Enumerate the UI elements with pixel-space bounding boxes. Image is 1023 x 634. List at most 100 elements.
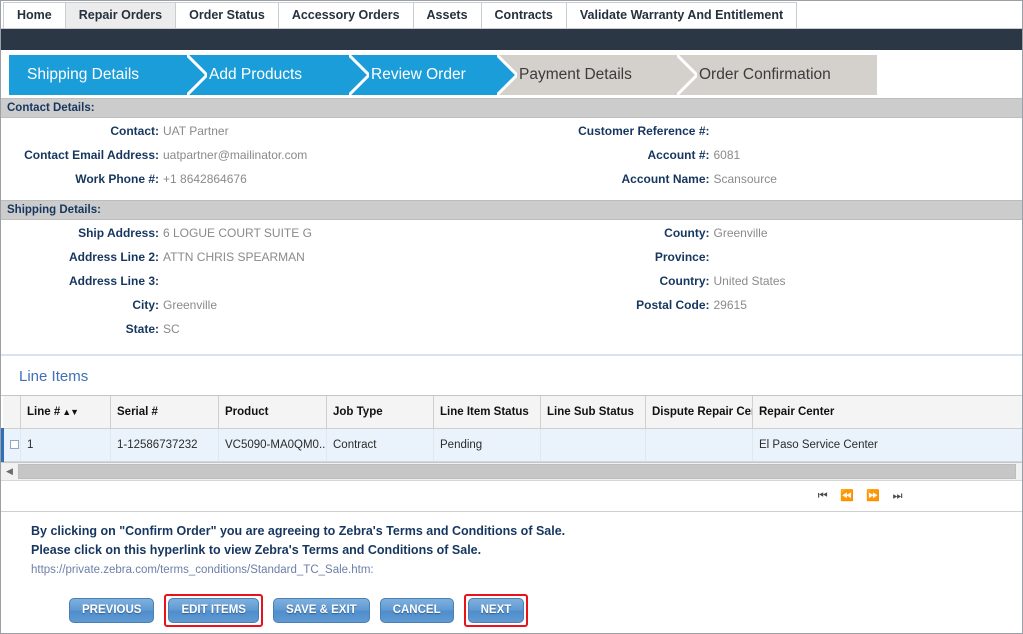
sort-arrows-icon[interactable]: ▲▼: [62, 407, 79, 417]
detail-value: ATTN CHRIS SPEARMAN: [163, 250, 305, 264]
detail-row: Contact Email Address: uatpartner@mailina…: [1, 148, 512, 172]
column-header-label: Job Type: [333, 406, 383, 418]
detail-row: Country: United States: [512, 274, 1023, 298]
cell-repair-center: El Paso Service Center: [752, 428, 1022, 462]
pagination-first-icon[interactable]: ⏮: [818, 490, 828, 502]
column-header-label: Line Item Status: [440, 406, 529, 418]
nav-tab-validate-warranty-and-entitlement[interactable]: Validate Warranty And Entitlement: [565, 2, 798, 28]
pagination-previous-icon[interactable]: ⏪: [840, 490, 854, 502]
column-header-line-item-status[interactable]: Line Item Status: [433, 396, 541, 429]
button-previous[interactable]: PREVIOUS: [69, 598, 155, 623]
step-label: Shipping Details: [27, 66, 140, 83]
detail-value: United States: [713, 274, 786, 288]
column-header-line[interactable]: Line # ▲▼: [20, 396, 111, 429]
step-shipping-details[interactable]: Shipping Details: [9, 55, 207, 95]
pagination-last-icon[interactable]: ⏭: [893, 490, 903, 502]
step-order-confirmation[interactable]: Order Confirmation: [677, 55, 877, 95]
form-action-buttons: PREVIOUS EDIT ITEMS SAVE & EXIT CANCEL NEXT: [1, 584, 1022, 627]
column-header-label: Dispute Repair Cent: [652, 406, 753, 418]
highlight-annotation-box: NEXT: [463, 594, 529, 627]
detail-row: Work Phone #: +1 8642864676: [1, 172, 512, 196]
detail-value: +1 8642864676: [163, 172, 247, 186]
detail-row: Address Line 2: ATTN CHRIS SPEARMAN: [1, 250, 512, 274]
expand-row-icon[interactable]: [10, 440, 19, 450]
detail-row: Ship Address: 6 LOGUE COURT SUITE G: [1, 226, 512, 250]
step-chevron-icon: [677, 55, 697, 95]
button-edit-items[interactable]: EDIT ITEMS: [168, 598, 259, 623]
nav-tab-order-status[interactable]: Order Status: [175, 2, 279, 28]
contact-details-right-column: Customer Reference #: Account #: 6081 Accou…: [512, 124, 1023, 196]
table-row[interactable]: 1 1-12586737232 VC5090-MA0QM0... Contract Pe…: [1, 428, 1022, 462]
step-chevron-icon: [187, 55, 207, 95]
detail-label: Ship Address:: [78, 226, 159, 240]
detail-label: Province:: [654, 250, 710, 264]
table-header-row: Line # ▲▼ Serial # Product Job Type Line Item…: [2, 396, 1022, 429]
row-expander-cell[interactable]: [1, 428, 21, 462]
detail-value: 29615: [713, 298, 747, 312]
detail-label: Postal Code:: [636, 298, 710, 312]
row-handle-column-header: [2, 396, 21, 429]
pagination-next-icon[interactable]: ⏩: [866, 490, 880, 502]
line-items-panel-title: Line Items: [19, 368, 89, 385]
cell-job-type: Contract: [326, 428, 434, 462]
detail-label: Account #:: [647, 148, 710, 162]
step-add-products[interactable]: Add Products: [187, 55, 369, 95]
terms-hyperlink[interactable]: https://private.zebra.com/terms_conditio…: [31, 560, 374, 580]
detail-label: Address Line 2:: [68, 250, 159, 264]
detail-row: Account #: 6081: [512, 148, 1023, 172]
app-page: Home Repair Orders Order Status Accessory O…: [0, 0, 1023, 634]
line-items-table: Line # ▲▼ Serial # Product Job Type Line Item…: [1, 396, 1022, 462]
button-next[interactable]: NEXT: [467, 598, 525, 623]
checkout-progress-stepper: Shipping Details Add Products Review Order…: [1, 50, 1022, 98]
column-header-repair-center[interactable]: Repair Center: [752, 396, 1022, 429]
contact-details-grid: Contact: UAT Partner Contact Email Address…: [1, 118, 1022, 200]
nav-tab-home[interactable]: Home: [3, 2, 66, 28]
detail-value: Greenville: [713, 226, 768, 240]
table-body: 1 1-12586737232 VC5090-MA0QM0... Contract Pe…: [1, 428, 1022, 462]
column-header-serial[interactable]: Serial #: [110, 396, 219, 429]
detail-label: Contact Email Address:: [24, 148, 159, 162]
detail-row: County: Greenville: [512, 226, 1023, 250]
nav-tab-contracts[interactable]: Contracts: [480, 2, 567, 28]
column-header-line-sub-status[interactable]: Line Sub Status: [540, 396, 646, 429]
cell-serial: 1-12586737232: [110, 428, 219, 462]
cell-dispute-repair-center: [645, 428, 753, 462]
button-save-exit[interactable]: SAVE & EXIT: [272, 598, 370, 623]
cell-line-sub-status: [540, 428, 646, 462]
nav-tab-repair-orders[interactable]: Repair Orders: [64, 2, 177, 28]
table-horizontal-scrollbar[interactable]: ◀: [1, 463, 1022, 481]
step-label: Order Confirmation: [699, 66, 831, 83]
nav-tab-accessory-orders[interactable]: Accessory Orders: [277, 2, 414, 28]
scroll-left-arrow-icon[interactable]: ◀: [1, 463, 18, 480]
cell-line-item-status: Pending: [433, 428, 541, 462]
detail-row: State: SC: [1, 322, 512, 346]
step-review-order[interactable]: Review Order: [349, 55, 517, 95]
detail-value: 6 LOGUE COURT SUITE G: [163, 226, 312, 240]
column-header-label: Line Sub Status: [547, 406, 634, 418]
step-chevron-icon: [349, 55, 369, 95]
detail-row: Address Line 3:: [1, 274, 512, 298]
nav-tab-assets[interactable]: Assets: [412, 2, 482, 28]
terms-and-conditions-block: By clicking on "Confirm Order" you are a…: [1, 511, 1022, 584]
detail-label: State:: [125, 322, 159, 336]
step-payment-details[interactable]: Payment Details: [497, 55, 697, 95]
detail-value: UAT Partner: [163, 124, 229, 138]
column-header-job-type[interactable]: Job Type: [326, 396, 434, 429]
detail-label: Address Line 3:: [68, 274, 159, 288]
column-header-label: Serial #: [117, 406, 158, 418]
column-header-product[interactable]: Product: [218, 396, 327, 429]
detail-value: Greenville: [163, 298, 218, 312]
step-chevron-icon: [497, 55, 517, 95]
detail-label: Work Phone #:: [75, 172, 159, 186]
scrollbar-thumb[interactable]: [18, 464, 1016, 479]
contact-details-section-header: Contact Details:: [1, 98, 1022, 118]
terms-line-1: By clicking on "Confirm Order" you are a…: [31, 524, 566, 538]
button-cancel[interactable]: CANCEL: [379, 598, 454, 623]
detail-value: Scansource: [713, 172, 777, 186]
column-header-label: Product: [225, 406, 269, 418]
shipping-details-left-column: Ship Address: 6 LOGUE COURT SUITE G Addres…: [1, 226, 512, 346]
column-header-dispute-repair-cent[interactable]: Dispute Repair Cent: [645, 396, 753, 429]
shipping-details-right-column: County: Greenville Province: Country: United…: [512, 226, 1023, 346]
detail-value: 6081: [713, 148, 741, 162]
shipping-details-section-header: Shipping Details:: [1, 200, 1022, 220]
